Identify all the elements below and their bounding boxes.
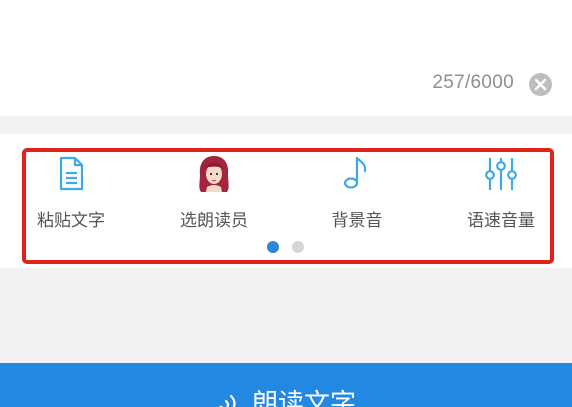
music-note-icon — [343, 156, 367, 189]
tool-label-reader: 选朗读员 — [180, 211, 248, 231]
close-icon — [534, 78, 547, 91]
select-reader-tool[interactable]: 选朗读员 — [159, 154, 269, 234]
sound-wave-icon — [219, 394, 236, 407]
tools-panel: 粘贴文字 选朗读员 背景音 语速音量 — [0, 134, 572, 268]
speed-volume-tool[interactable]: 语速音量 — [446, 154, 556, 234]
reader-avatar-icon — [199, 156, 229, 192]
text-input-area[interactable]: 257/6000 — [0, 0, 572, 116]
read-aloud-label: 朗读文字 — [251, 389, 356, 407]
tool-label-speed: 语速音量 — [467, 211, 535, 231]
page-indicator — [0, 241, 572, 253]
read-aloud-button[interactable]: 朗读文字 — [0, 363, 572, 407]
page-dot[interactable] — [292, 241, 304, 253]
document-icon — [59, 156, 84, 191]
page-dot-active[interactable] — [267, 241, 279, 253]
clear-text-button[interactable] — [529, 73, 552, 96]
character-count: 257/6000 — [432, 72, 514, 93]
paste-text-tool[interactable]: 粘贴文字 — [16, 154, 126, 234]
tool-label-music: 背景音 — [331, 211, 383, 231]
background-music-tool[interactable]: 背景音 — [302, 154, 412, 234]
tool-label-paste: 粘贴文字 — [37, 211, 105, 231]
equalizer-icon — [485, 158, 517, 190]
